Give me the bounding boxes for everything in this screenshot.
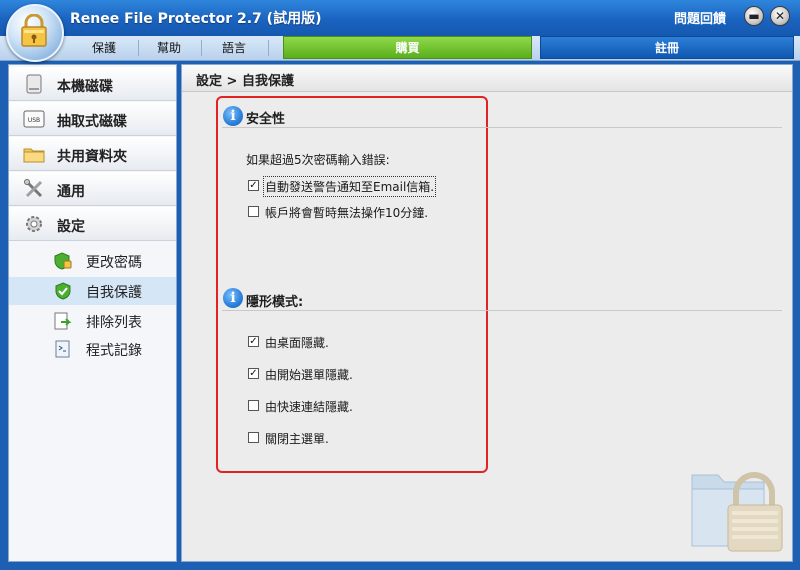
checkbox[interactable]: ✓ bbox=[248, 368, 259, 379]
checkbox[interactable] bbox=[248, 432, 259, 443]
checkbox[interactable]: ✓ bbox=[248, 336, 259, 347]
menu-separator bbox=[201, 40, 202, 56]
sidebar-item-removable-disk[interactable]: USB 抽取式磁碟 bbox=[9, 102, 176, 136]
tools-icon bbox=[24, 179, 43, 198]
menu-separator bbox=[268, 40, 269, 56]
menu-language[interactable]: 語言 bbox=[210, 36, 258, 60]
sidebar-item-local-disk[interactable]: 本機磁碟 bbox=[9, 67, 176, 101]
usb-drive-icon: USB bbox=[23, 110, 45, 128]
section-heading-stealth: 隱形模式: bbox=[246, 295, 304, 310]
checkbox[interactable] bbox=[248, 206, 259, 217]
sidebar-subitem-change-password[interactable]: 更改密碼 bbox=[9, 247, 176, 275]
sidebar-subitem-program-log[interactable]: 程式記錄 bbox=[9, 335, 176, 363]
shield-check-icon bbox=[55, 282, 71, 300]
checkbox-label: 關閉主選單. bbox=[265, 432, 329, 446]
title-bar: Renee File Protector 2.7 (試用版) 問題回饋 ▬ ✕ bbox=[0, 0, 800, 36]
checkbox-label: 由開始選單隱藏. bbox=[265, 368, 353, 382]
menu-protect[interactable]: 保護 bbox=[80, 36, 128, 60]
menu-separator bbox=[138, 40, 139, 56]
sidebar-subitem-exclusion-list[interactable]: 排除列表 bbox=[9, 307, 176, 335]
minimize-button[interactable]: ▬ bbox=[744, 6, 764, 26]
info-icon: i bbox=[223, 106, 243, 126]
checkbox-label: 由快速連結隱藏. bbox=[265, 400, 353, 414]
app-logo-icon bbox=[6, 4, 64, 62]
folder-lock-watermark-icon bbox=[691, 472, 783, 552]
gear-icon bbox=[26, 216, 42, 232]
close-button[interactable]: ✕ bbox=[770, 6, 790, 26]
sidebar-subitem-label: 自我保護 bbox=[86, 285, 142, 301]
hard-drive-icon bbox=[26, 74, 42, 94]
sidebar-item-label: 抽取式磁碟 bbox=[57, 114, 127, 130]
section-divider bbox=[222, 127, 782, 128]
log-icon bbox=[55, 340, 70, 358]
shared-folder-icon bbox=[23, 148, 45, 163]
buy-button[interactable]: 購買 bbox=[283, 36, 532, 59]
app-title: Renee File Protector 2.7 (試用版) bbox=[70, 11, 322, 27]
breadcrumb-text: 設定 > 自我保護 bbox=[196, 74, 294, 89]
sidebar-item-settings[interactable]: 設定 bbox=[9, 207, 176, 241]
main-panel: 設定 > 自我保護 i 安全性 如果超過5次密碼輸入錯誤: ✓ 自動發送警告通知… bbox=[181, 64, 793, 562]
sidebar-subitem-self-protection[interactable]: 自我保護 bbox=[9, 277, 176, 305]
sidebar-item-label: 共用資料夾 bbox=[57, 149, 127, 165]
checkbox[interactable] bbox=[248, 400, 259, 411]
info-icon: i bbox=[223, 288, 243, 308]
breadcrumb: 設定 > 自我保護 bbox=[182, 65, 792, 92]
sidebar-subitem-label: 排除列表 bbox=[86, 315, 142, 331]
sidebar-item-label: 本機磁碟 bbox=[57, 79, 113, 95]
checkbox-label: 由桌面隱藏. bbox=[265, 336, 329, 350]
checkbox-label: 自動發送警告通知至Email信箱. bbox=[262, 176, 437, 197]
sidebar-item-shared-folder[interactable]: 共用資料夾 bbox=[9, 137, 176, 171]
shield-lock-icon bbox=[54, 252, 72, 270]
register-button[interactable]: 註冊 bbox=[540, 36, 794, 59]
failed-password-prompt: 如果超過5次密碼輸入錯誤: bbox=[246, 153, 390, 167]
section-heading-security: 安全性 bbox=[246, 112, 286, 127]
sidebar-item-general[interactable]: 通用 bbox=[9, 172, 176, 206]
sidebar-item-label: 通用 bbox=[57, 184, 85, 200]
sidebar-subitem-label: 更改密碼 bbox=[86, 255, 142, 271]
checkbox-label: 帳戶將會暫時無法操作10分鐘. bbox=[265, 206, 429, 220]
svg-text:USB: USB bbox=[28, 117, 40, 124]
sidebar-item-label: 設定 bbox=[57, 219, 85, 235]
sidebar: 本機磁碟 USB 抽取式磁碟 共用資料夾 通用 設定 更改密碼 自我保護 排除列… bbox=[8, 64, 177, 562]
section-divider bbox=[222, 310, 782, 311]
sidebar-subitem-label: 程式記錄 bbox=[86, 343, 142, 359]
checkbox[interactable]: ✓ bbox=[248, 180, 259, 191]
feedback-link[interactable]: 問題回饋 bbox=[674, 8, 726, 27]
exclude-list-icon bbox=[54, 312, 72, 330]
menu-help[interactable]: 幫助 bbox=[145, 36, 193, 60]
